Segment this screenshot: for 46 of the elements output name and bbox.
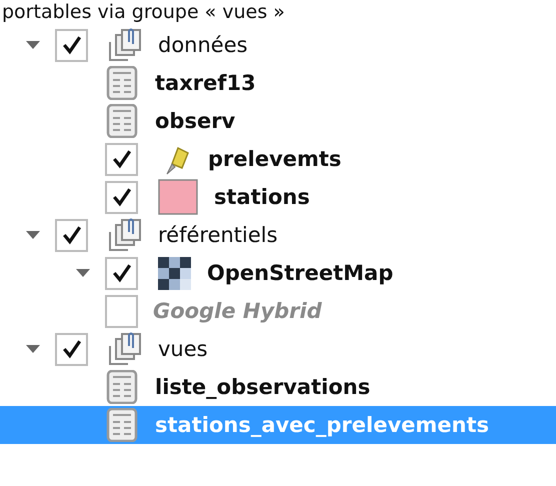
layer-name: référentiels [158, 223, 278, 247]
layer-name: vues [158, 337, 208, 361]
table-icon [105, 66, 139, 100]
group-icon [108, 28, 142, 62]
layer-name: OpenStreetMap [207, 261, 394, 285]
layer-name: prelevemts [208, 147, 342, 171]
layer-row[interactable]: référentiels [0, 216, 556, 254]
layer-row[interactable]: OpenStreetMap [0, 254, 556, 292]
checkbox[interactable] [105, 142, 138, 176]
expand-arrow-icon[interactable] [26, 231, 40, 239]
expand-arrow-icon[interactable] [26, 41, 40, 49]
layer-row[interactable]: observ [0, 102, 556, 140]
layer-name: Google Hybrid [153, 299, 322, 323]
checkbox[interactable] [105, 256, 138, 290]
checkbox[interactable] [55, 332, 88, 366]
layer-row[interactable]: liste_observations [0, 368, 556, 406]
layer-name: stations [214, 185, 310, 209]
layer-name: observ [155, 109, 236, 133]
check-icon [60, 34, 82, 56]
check-icon [110, 148, 132, 170]
table-icon [105, 104, 139, 138]
layer-name: liste_observations [155, 375, 370, 399]
check-icon [110, 262, 132, 284]
check-icon [60, 338, 82, 360]
layer-name: taxref13 [155, 71, 256, 95]
layer-row[interactable]: données [0, 26, 556, 64]
expand-arrow-icon[interactable] [76, 269, 90, 277]
group-icon [108, 332, 142, 366]
raster-icon [158, 256, 191, 290]
table-icon [105, 370, 139, 404]
layer-row[interactable]: taxref13 [0, 64, 556, 102]
checkbox[interactable] [55, 218, 88, 252]
layer-name: stations_avec_prelevements [155, 413, 489, 437]
group-icon [108, 218, 142, 252]
table-icon [105, 408, 139, 442]
checkbox[interactable] [55, 28, 88, 62]
polygon-symbol-icon [158, 179, 198, 215]
layer-name: données [158, 33, 248, 57]
expand-arrow-icon[interactable] [26, 345, 40, 353]
check-icon [60, 224, 82, 246]
checkbox[interactable] [105, 180, 138, 214]
layer-row[interactable]: vues [0, 330, 556, 368]
layer-row[interactable]: prelevemts [0, 140, 556, 178]
header-text: portables via groupe « vues » [2, 0, 285, 24]
layer-row[interactable]: stations [0, 178, 556, 216]
check-icon [110, 186, 132, 208]
